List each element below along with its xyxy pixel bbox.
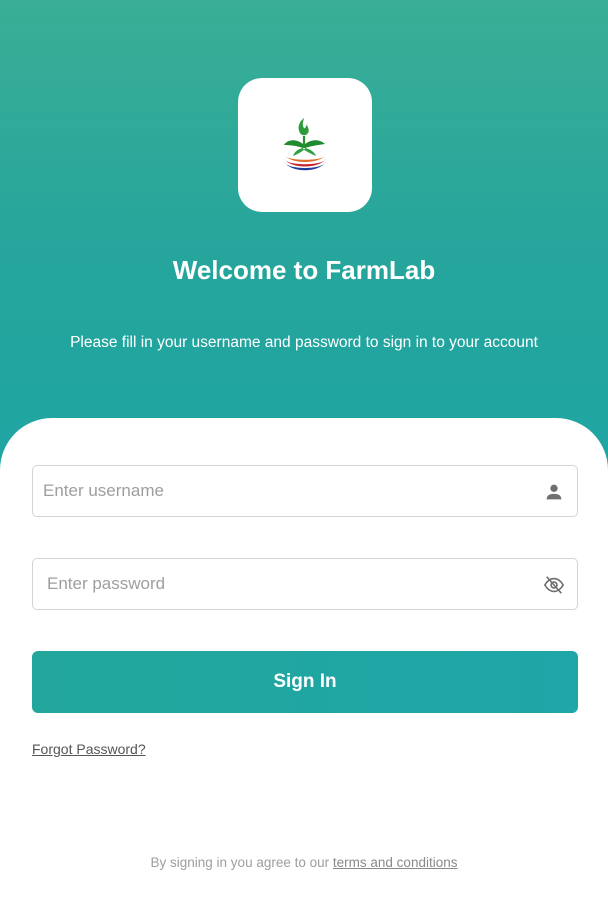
page-subtitle: Please fill in your username and passwor… [70, 334, 538, 351]
username-input[interactable] [33, 466, 577, 516]
app-logo-tile [238, 78, 372, 212]
eye-off-icon[interactable] [543, 574, 565, 596]
login-screen: Welcome to FarmLab Please fill in your u… [0, 0, 608, 900]
sign-in-button[interactable]: Sign In [32, 651, 578, 713]
terms-link[interactable]: terms and conditions [333, 855, 458, 870]
header-banner: Welcome to FarmLab Please fill in your u… [0, 0, 608, 470]
password-input[interactable] [33, 559, 577, 609]
person-icon [546, 484, 562, 500]
forgot-password-link[interactable]: Forgot Password? [32, 741, 146, 757]
page-title: Welcome to FarmLab [172, 255, 436, 285]
password-field[interactable] [32, 558, 578, 610]
username-field[interactable] [32, 465, 578, 517]
farmlab-logo-icon [284, 118, 326, 171]
terms-notice: By signing in you agree to our terms and… [0, 855, 608, 870]
terms-prefix-text: By signing in you agree to our [150, 855, 330, 870]
